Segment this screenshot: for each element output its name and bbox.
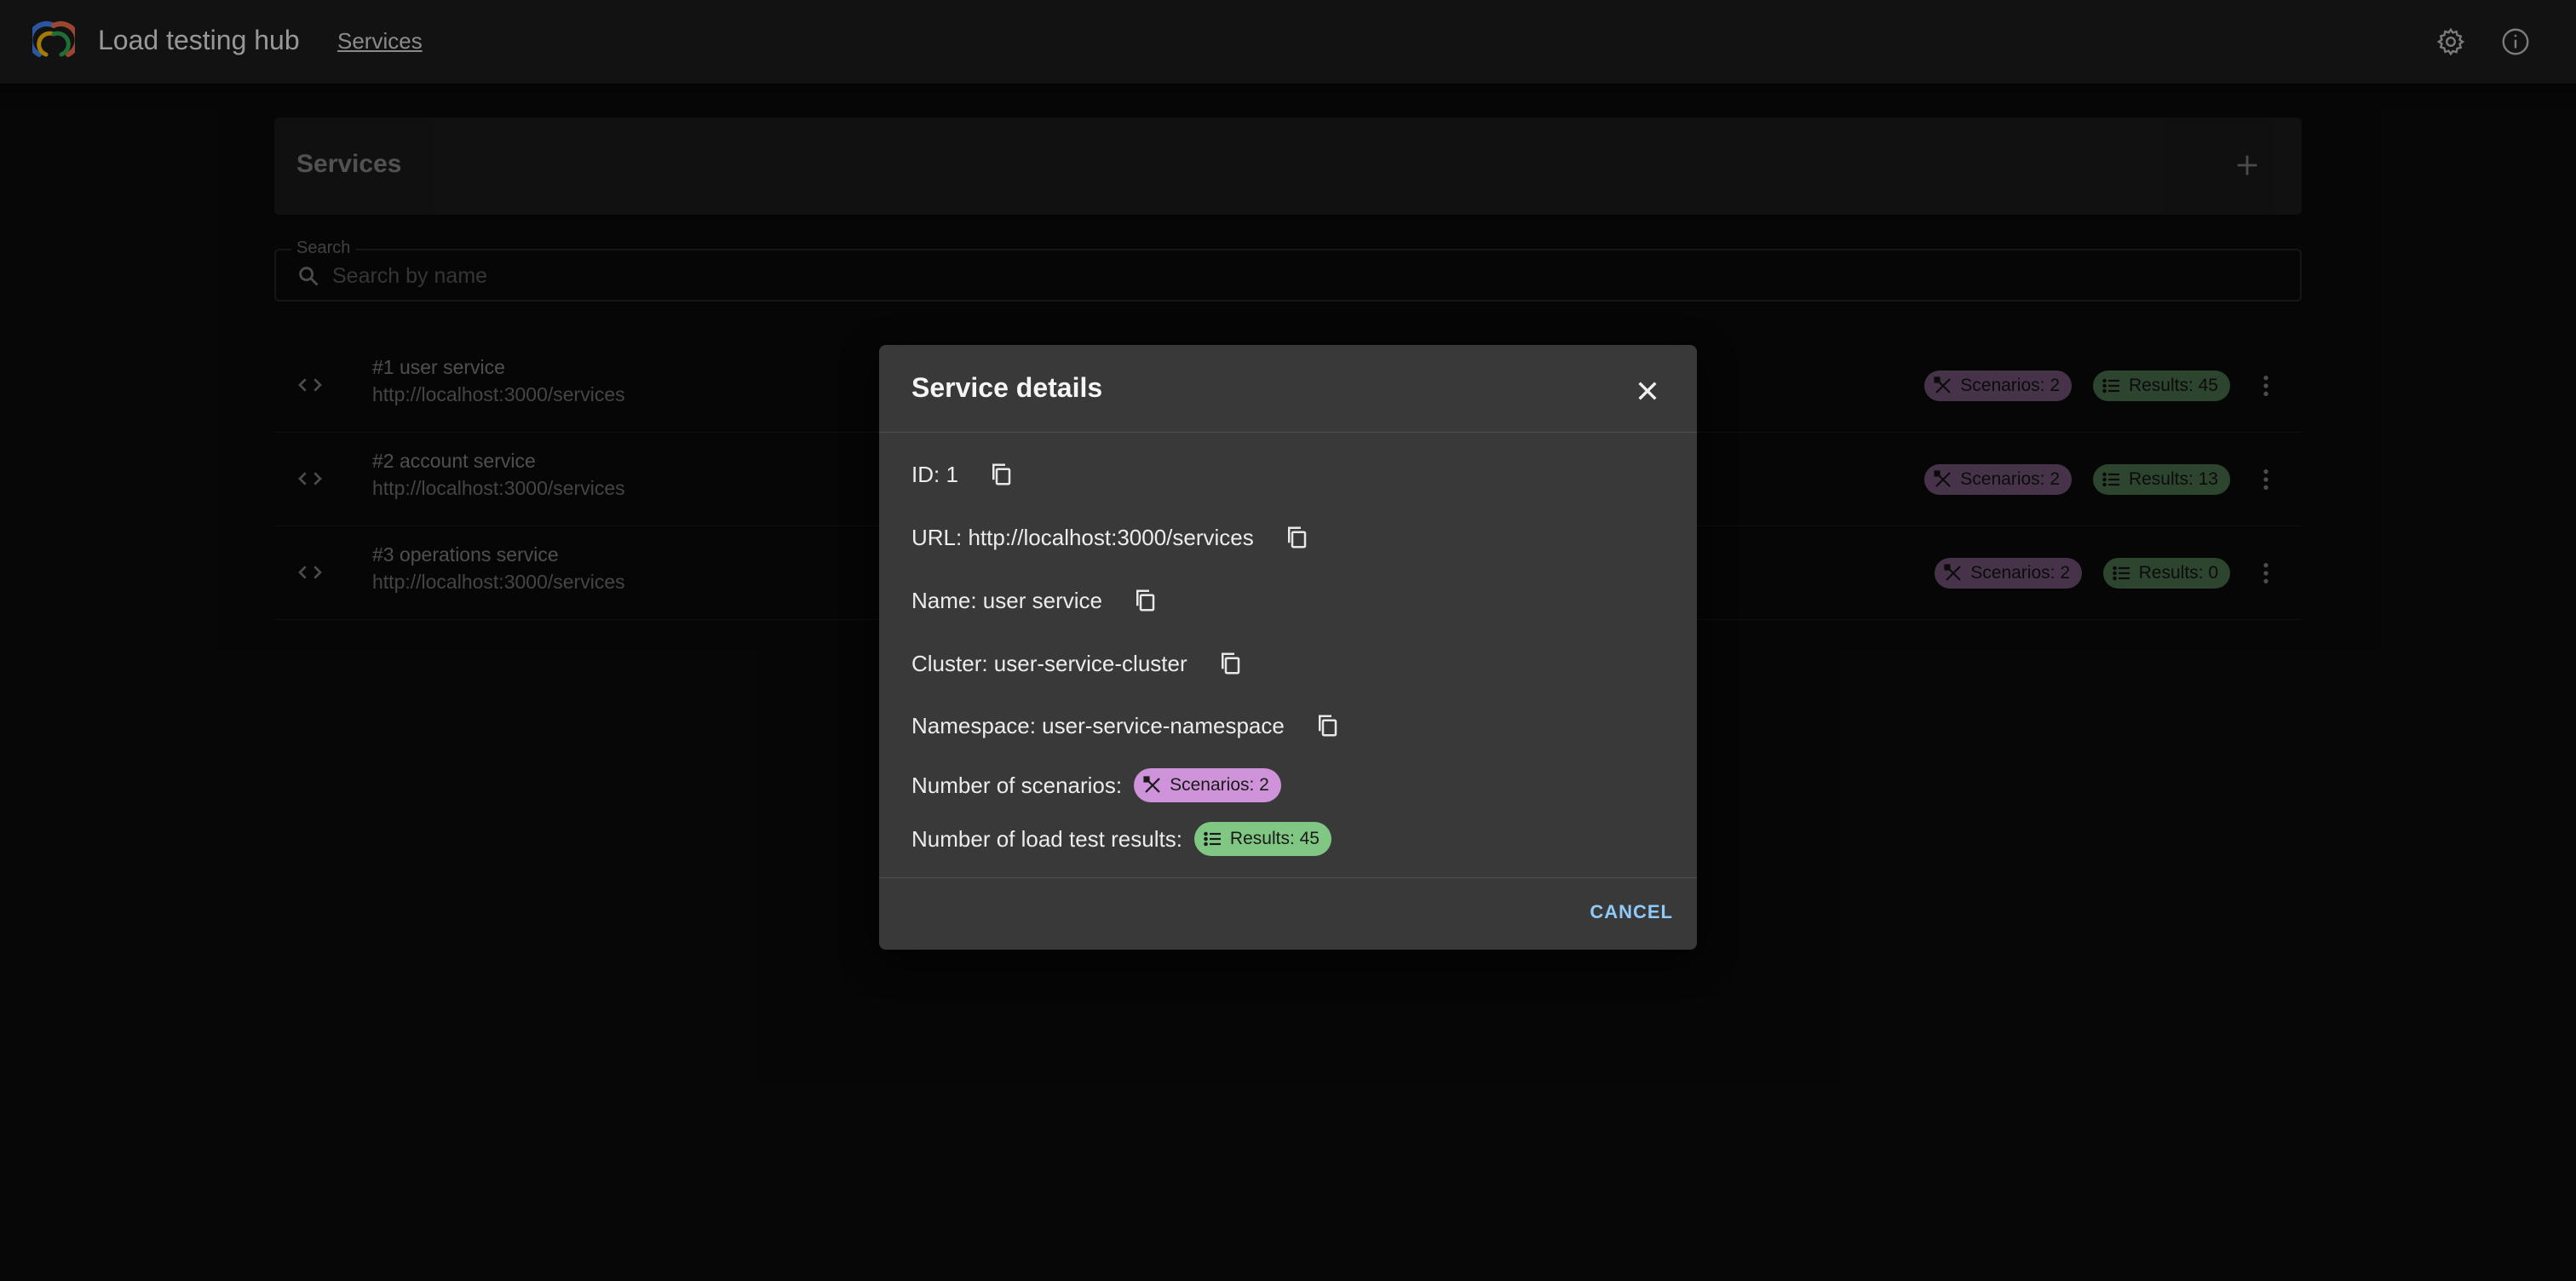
detail-name-text: Name: user service: [911, 587, 1102, 613]
results-chip-label: Results: 45: [1229, 829, 1320, 848]
copy-icon[interactable]: [1213, 646, 1247, 681]
detail-results: Number of load test results: Results: 45: [911, 822, 1331, 856]
copy-icon[interactable]: [1279, 520, 1314, 554]
detail-namespace: Namespace: user-service-namespace: [911, 709, 1344, 743]
detail-scenarios-label: Number of scenarios:: [911, 772, 1123, 798]
copy-icon[interactable]: [1128, 583, 1162, 618]
copy-icon[interactable]: [984, 457, 1018, 491]
close-icon[interactable]: [1629, 372, 1666, 410]
detail-cluster: Cluster: user-service-cluster: [911, 646, 1247, 681]
detail-results-label: Number of load test results:: [911, 825, 1182, 852]
tools-icon: [1143, 776, 1160, 793]
dialog-divider-bottom: [879, 877, 1697, 878]
results-chip[interactable]: Results: 45: [1193, 822, 1331, 856]
detail-url: URL: http://localhost:3000/services: [911, 520, 1314, 554]
cancel-button[interactable]: CANCEL: [1586, 893, 1676, 931]
dialog-title: Service details: [911, 372, 1103, 403]
detail-cluster-text: Cluster: user-service-cluster: [911, 650, 1187, 676]
detail-url-text: URL: http://localhost:3000/services: [911, 524, 1254, 550]
detail-name: Name: user service: [911, 583, 1162, 618]
detail-scenarios: Number of scenarios: Scenarios: 2: [911, 768, 1281, 802]
list-icon: [1204, 831, 1221, 847]
dialog-divider-top: [879, 432, 1697, 433]
copy-icon[interactable]: [1310, 709, 1344, 743]
scenarios-chip-label: Scenarios: 2: [1170, 775, 1269, 795]
detail-id: ID: 1: [911, 457, 1018, 491]
scenarios-chip[interactable]: Scenarios: 2: [1134, 768, 1281, 802]
service-details-dialog: Service details ID: 1 URL: http://localh…: [879, 345, 1697, 950]
detail-id-text: ID: 1: [911, 461, 958, 487]
detail-namespace-text: Namespace: user-service-namespace: [911, 712, 1285, 738]
